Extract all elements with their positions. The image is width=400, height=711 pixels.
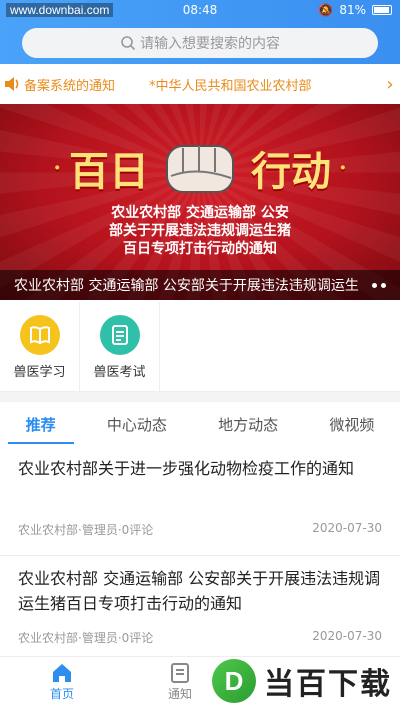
chevron-right-icon[interactable]: › bbox=[380, 74, 400, 95]
quick-links: 兽医学习 兽医考试 bbox=[0, 302, 400, 392]
status-right: 🔕 81% bbox=[318, 3, 392, 17]
quick-link-label: 兽医考试 bbox=[93, 364, 146, 380]
tab-local-news[interactable]: 地方动态 bbox=[208, 402, 288, 446]
home-icon bbox=[53, 664, 71, 682]
notice-ticker[interactable]: 备案系统的通知 *中华人民共和国农业农村部 › bbox=[0, 68, 400, 100]
banner-subtitle: 农业农村部 交通运输部 公安 部关于开展违法违规调运生猪 百日专项打击行动的通知 bbox=[109, 205, 291, 257]
carousel-indicator bbox=[372, 283, 386, 288]
nav-home[interactable]: 首页 bbox=[50, 661, 74, 702]
mute-bell-icon: 🔕 bbox=[318, 3, 334, 17]
promo-banner[interactable]: · 百日 行动 · 农业农村部 交通运输部 公安 部关于开展违法违规调运生猪 百… bbox=[0, 104, 400, 300]
tab-recommend[interactable]: 推荐 bbox=[7, 402, 74, 446]
nav-notice[interactable]: 通知 bbox=[168, 661, 192, 702]
download-site-watermark: D 当百下载 bbox=[212, 659, 392, 703]
nav-label: 首页 bbox=[50, 687, 75, 701]
news-date: 2020-07-30 bbox=[312, 629, 382, 643]
banner-title-left: 百日 bbox=[69, 148, 149, 195]
category-tabs: 推荐 中心动态 地方动态 微视频 bbox=[0, 402, 400, 446]
news-date: 2020-07-30 bbox=[312, 521, 382, 535]
news-item[interactable]: 农业农村部关于进一步强化动物检疫工作的通知 农业农村部·管理员·0评论 2020… bbox=[0, 456, 400, 556]
quick-link-vet-exam[interactable]: 兽医考试 bbox=[80, 302, 160, 392]
watermark-logo-mark: D bbox=[212, 659, 256, 703]
news-title: 农业农村部关于进一步强化动物检疫工作的通知 bbox=[18, 459, 355, 478]
watermark-logo-text: 当百下载 bbox=[264, 667, 392, 702]
app-header: www.downbai.com 08:48 🔕 81% 请输入想要搜索的内容 bbox=[0, 0, 400, 64]
speaker-icon bbox=[0, 76, 24, 92]
news-meta: 农业农村部·管理员·0评论 bbox=[18, 631, 154, 645]
exam-icon bbox=[99, 314, 140, 355]
banner-title: · 百日 行动 · bbox=[0, 132, 400, 204]
nav-label: 通知 bbox=[168, 687, 193, 701]
notice-item[interactable]: 备案系统的通知 bbox=[24, 75, 115, 94]
news-meta: 农业农村部·管理员·0评论 bbox=[18, 523, 154, 537]
search-input[interactable]: 请输入想要搜索的内容 bbox=[22, 28, 378, 58]
battery-icon bbox=[372, 5, 392, 15]
banner-caption: 农业农村部 交通运输部 公安部关于开展违法违规调运生 bbox=[0, 270, 400, 300]
notice-item[interactable]: *中华人民共和国农业农村部 bbox=[149, 75, 312, 94]
bottom-nav: 首页 通知 D 当百下载 bbox=[0, 656, 400, 711]
quick-link-label: 兽医学习 bbox=[13, 364, 66, 380]
notice-icon bbox=[171, 663, 189, 683]
battery-percent: 81% bbox=[339, 3, 366, 17]
section-divider bbox=[0, 392, 400, 402]
news-title: 农业农村部 交通运输部 公安部关于开展违法违规调运生猪百日专项打击行动的通知 bbox=[18, 569, 381, 613]
fist-icon bbox=[166, 145, 234, 193]
book-icon bbox=[19, 314, 60, 355]
status-bar: www.downbai.com 08:48 🔕 81% bbox=[0, 0, 400, 22]
quick-link-vet-study[interactable]: 兽医学习 bbox=[0, 302, 80, 392]
banner-title-right: 行动 bbox=[251, 148, 331, 195]
tab-micro-video[interactable]: 微视频 bbox=[319, 402, 384, 446]
search-placeholder: 请输入想要搜索的内容 bbox=[140, 36, 280, 52]
search-icon bbox=[121, 36, 136, 51]
tab-center-news[interactable]: 中心动态 bbox=[97, 402, 177, 446]
news-item[interactable]: 农业农村部 交通运输部 公安部关于开展违法违规调运生猪百日专项打击行动的通知 农… bbox=[0, 566, 400, 656]
